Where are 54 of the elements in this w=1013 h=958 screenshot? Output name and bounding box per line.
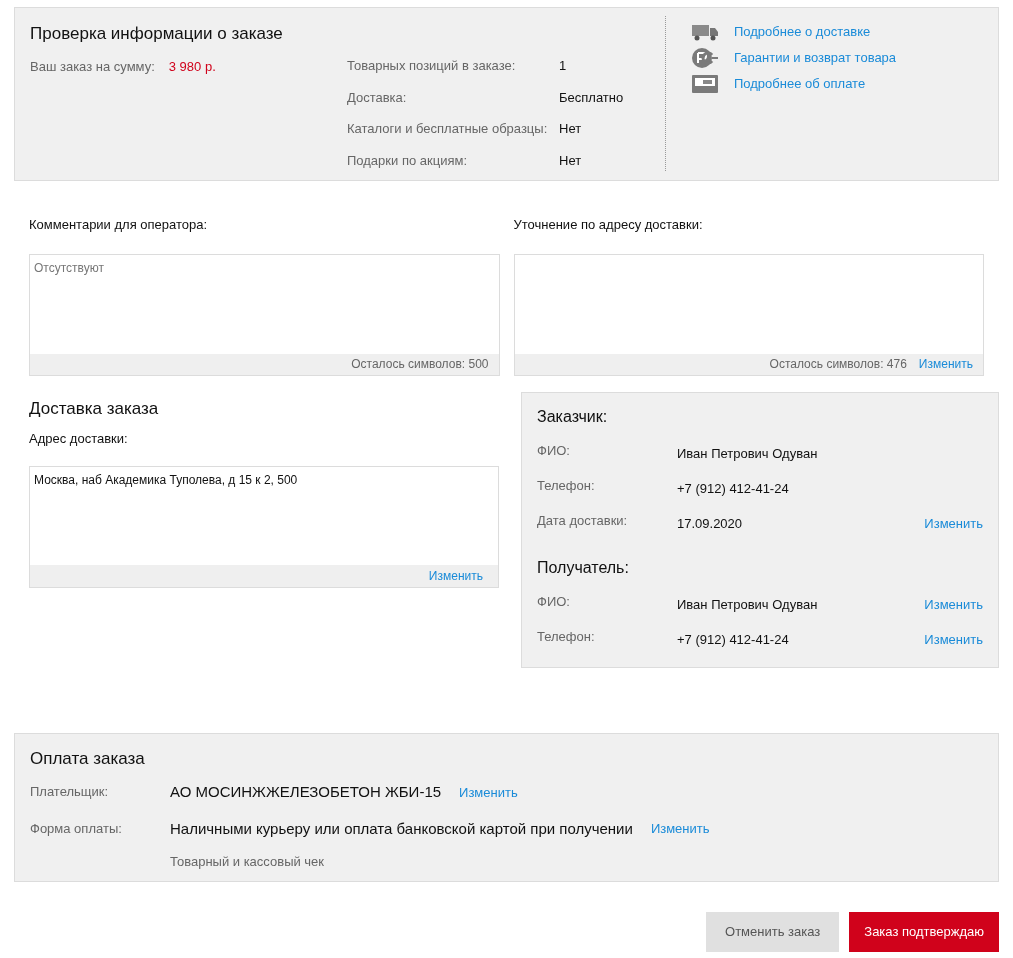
contact-label: Телефон:: [537, 476, 596, 495]
summary-value: 1: [559, 57, 567, 75]
info-link[interactable]: Подробнее о доставке: [734, 22, 871, 42]
address-field[interactable]: Москва, наб Академика Туполева, д 15 к 2, 500 Изменить: [29, 465, 499, 588]
summary-label: Каталоги и бесплатные образцы:: [347, 120, 549, 138]
info-link[interactable]: Подробнее об оплате: [734, 74, 866, 94]
contact-value: Иван Петрович Одуван: [677, 444, 819, 463]
total-amount: 3 980 р.: [168, 57, 216, 76]
contact-value: Иван Петрович Одуван: [677, 595, 819, 614]
comment-field[interactable]: [513, 253, 984, 354]
summary-value: Нет: [559, 120, 582, 138]
section-title: Доставка заказа: [29, 397, 160, 420]
address-text: Москва, наб Академика Туполева, д 15 к 2, 500: [33, 471, 299, 489]
comment-field[interactable]: Отсутствуют: [29, 253, 500, 354]
character-counter: Осталось символов: 500: [351, 356, 489, 373]
info-link[interactable]: Гарантии и возврат товара: [734, 48, 897, 68]
contact-label: Телефон:: [537, 627, 596, 646]
field-label: Уточнение по адресу доставки:: [513, 216, 704, 234]
card-terminal-icon: [691, 74, 719, 94]
payment-label: Форма оплаты:: [30, 819, 123, 838]
contact-value: +7 (912) 412-41-24: [677, 479, 790, 498]
edit-link[interactable]: Изменить: [924, 515, 983, 531]
contact-value: +7 (912) 412-41-24: [677, 630, 790, 649]
field-label: Комментарии для оператора:: [29, 216, 209, 234]
edit-link[interactable]: Изменить: [650, 819, 710, 839]
payment-value: Наличными курьеру или оплата банковской картой при получении: [170, 818, 633, 839]
cancel-button[interactable]: Отменить заказ: [706, 911, 840, 952]
total-label: Ваш заказ на сумму:: [30, 57, 155, 76]
truck-icon: [691, 22, 719, 42]
field-label: Адрес доставки:: [29, 430, 129, 448]
edit-link[interactable]: Изменить: [428, 566, 483, 585]
section-title: Проверка информации о заказе: [30, 23, 284, 45]
edit-link[interactable]: Изменить: [918, 355, 973, 373]
contact-group-title: Заказчик:: [537, 406, 609, 427]
summary-value: Бесплатно: [559, 88, 624, 107]
confirm-button[interactable]: Заказ подтверждаю: [849, 911, 999, 952]
contact-label: ФИО:: [537, 441, 571, 460]
summary-label: Подарки по акциям:: [347, 151, 468, 170]
edit-link[interactable]: Изменить: [459, 782, 518, 802]
summary-label: Доставка:: [347, 88, 408, 107]
edit-link[interactable]: Изменить: [924, 631, 983, 647]
section-title: Оплата заказа: [30, 747, 146, 770]
contact-group-title: Получатель:: [537, 557, 630, 578]
payment-value: АО МОСИНЖЖЕЛЕЗОБЕТОН ЖБИ-15: [170, 782, 442, 802]
edit-link[interactable]: Изменить: [924, 596, 983, 612]
contact-label: Дата доставки:: [537, 511, 629, 530]
contact-label: ФИО:: [537, 592, 571, 611]
character-counter: Осталось символов: 476: [769, 356, 907, 373]
summary-value: Нет: [559, 151, 582, 170]
payment-note: Товарный и кассовый чек: [170, 853, 326, 871]
contact-value: 17.09.2020: [677, 514, 744, 533]
certification-mark-icon: [691, 47, 719, 69]
summary-label: Товарных позиций в заказе:: [347, 57, 517, 75]
payment-label: Плательщик:: [30, 783, 110, 801]
